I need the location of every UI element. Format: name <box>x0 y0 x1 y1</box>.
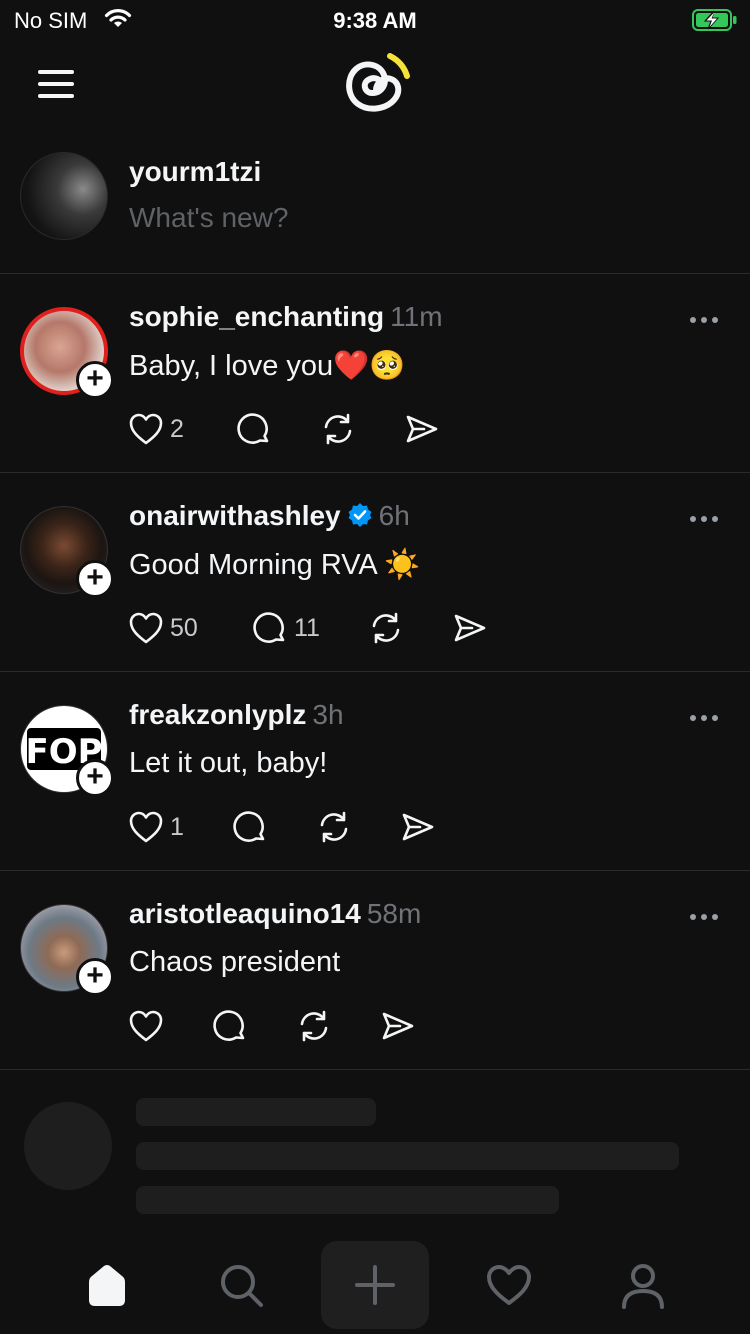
skeleton-avatar <box>24 1102 112 1190</box>
post-age: 11m <box>390 301 443 332</box>
heart-icon <box>129 413 163 445</box>
search-icon <box>221 1265 263 1307</box>
more-options-button[interactable] <box>688 711 720 723</box>
post-age: 58m <box>366 898 422 929</box>
like-button[interactable]: 1 <box>128 807 232 847</box>
follow-button[interactable]: + <box>76 958 114 996</box>
repost-button[interactable] <box>320 409 404 449</box>
like-button[interactable]: 50 <box>128 608 252 648</box>
follow-button[interactable]: + <box>76 759 114 797</box>
more-options-button[interactable] <box>688 910 720 922</box>
tab-search[interactable] <box>214 1258 268 1312</box>
home-icon <box>89 1265 125 1306</box>
post-text: Let it out, baby! <box>129 747 328 779</box>
tab-compose[interactable] <box>321 1241 429 1329</box>
compose-plus-icon <box>355 1265 395 1305</box>
share-button[interactable] <box>400 807 436 847</box>
tab-profile[interactable] <box>616 1258 670 1312</box>
reply-button[interactable] <box>212 1006 296 1046</box>
comment-icon <box>237 413 269 444</box>
heart-icon <box>129 612 163 644</box>
repost-icon <box>324 413 352 445</box>
tab-home[interactable] <box>80 1258 134 1312</box>
post-actions: 1 <box>128 807 436 847</box>
post-header: sophie_enchanting 11m <box>129 301 443 333</box>
reply-button[interactable]: 11 <box>252 608 368 648</box>
repost-icon <box>372 612 400 644</box>
post-username[interactable]: onairwithashley <box>129 500 341 531</box>
thread-post[interactable]: + onairwithashley 6h Good Morning RVA ☀️ … <box>0 472 750 670</box>
heart-icon <box>129 1010 163 1042</box>
skeleton-line <box>136 1142 679 1170</box>
reply-count: 11 <box>294 613 320 642</box>
heart-icon <box>129 811 163 843</box>
like-button[interactable]: 2 <box>128 409 236 449</box>
new-thread-input[interactable]: What's new? <box>129 202 288 234</box>
menu-icon <box>38 70 74 74</box>
share-button[interactable] <box>452 608 488 648</box>
post-header: aristotleaquino14 58m <box>129 898 421 930</box>
share-button[interactable] <box>380 1006 416 1046</box>
share-button[interactable] <box>404 409 440 449</box>
like-count: 50 <box>170 613 198 642</box>
thread-post[interactable]: + sophie_enchanting 11m Baby, I love you❤… <box>0 273 750 471</box>
profile-icon <box>622 1264 664 1309</box>
comment-icon <box>233 811 265 842</box>
thread-post[interactable]: + aristotleaquino14 58m Chaos president <box>0 870 750 1068</box>
verified-badge-icon <box>348 503 372 527</box>
share-icon <box>406 415 438 443</box>
more-options-button[interactable] <box>688 313 720 325</box>
post-text: Chaos president <box>129 946 341 978</box>
post-username[interactable]: sophie_enchanting <box>129 301 384 332</box>
post-text: Good Morning RVA ☀️ <box>129 549 421 581</box>
activity-heart-icon <box>487 1265 531 1305</box>
post-actions: 50 11 <box>128 608 488 648</box>
status-bar: No SIM 9:38 AM <box>0 0 750 40</box>
follow-button[interactable]: + <box>76 560 114 598</box>
clock: 9:38 AM <box>333 8 417 33</box>
like-button[interactable] <box>128 1006 212 1046</box>
ellipsis-icon <box>690 317 718 323</box>
repost-icon <box>300 1010 328 1042</box>
post-text: Baby, I love you❤️🥺 <box>129 350 406 382</box>
comment-icon <box>253 612 285 643</box>
post-actions <box>128 1006 416 1046</box>
battery-charging-icon <box>692 9 738 36</box>
post-header: onairwithashley 6h <box>129 500 410 532</box>
ellipsis-icon <box>690 914 718 920</box>
repost-button[interactable] <box>296 1006 380 1046</box>
divider <box>0 1069 750 1070</box>
reply-button[interactable] <box>236 409 320 449</box>
like-count: 2 <box>170 414 184 443</box>
share-icon <box>402 813 434 841</box>
post-actions: 2 <box>128 409 440 449</box>
skeleton-line <box>136 1186 559 1214</box>
reply-button[interactable] <box>232 807 316 847</box>
post-username[interactable]: aristotleaquino14 <box>129 898 361 929</box>
follow-button[interactable]: + <box>76 361 114 399</box>
menu-button[interactable] <box>38 70 74 98</box>
repost-icon <box>320 811 348 843</box>
post-age: 6h <box>378 500 410 531</box>
thread-post[interactable]: FOP + freakzonlyplz 3h Let it out, baby! … <box>0 671 750 869</box>
ellipsis-icon <box>690 516 718 522</box>
post-emoji: ❤️🥺 <box>333 350 406 382</box>
post-emoji: ☀️ <box>384 549 421 581</box>
threads-logo[interactable] <box>338 46 412 120</box>
composer-username: yourm1tzi <box>129 156 262 187</box>
ellipsis-icon <box>690 715 718 721</box>
skeleton-line <box>136 1098 376 1126</box>
post-header: freakzonlyplz 3h <box>129 699 344 731</box>
post-username[interactable]: freakzonlyplz <box>129 699 306 730</box>
post-age: 3h <box>312 699 344 730</box>
more-options-button[interactable] <box>688 512 720 524</box>
tab-activity[interactable] <box>482 1258 536 1312</box>
like-count: 1 <box>170 812 184 841</box>
user-avatar[interactable] <box>20 152 108 240</box>
share-icon <box>382 1012 414 1040</box>
repost-button[interactable] <box>368 608 452 648</box>
share-icon <box>454 614 486 642</box>
repost-button[interactable] <box>316 807 400 847</box>
comment-icon <box>213 1010 245 1041</box>
